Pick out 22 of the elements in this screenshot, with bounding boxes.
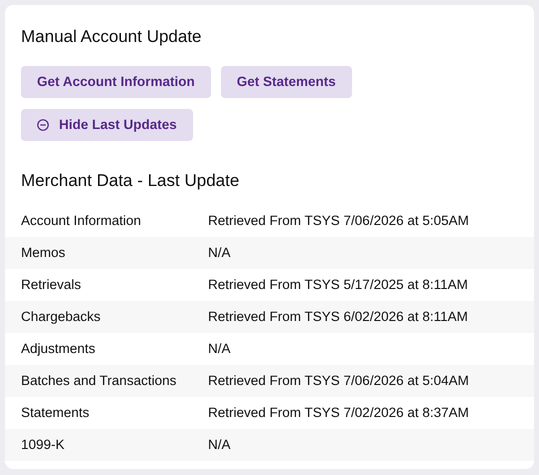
field-label: Retrievals [20, 276, 82, 294]
field-value: Retrieved From TSYS 5/17/2025 at 8:11AM [208, 276, 468, 294]
field-value: N/A [208, 436, 231, 454]
action-button[interactable]: Get Statements [220, 66, 352, 98]
action-button[interactable]: Get Account Information [21, 66, 211, 98]
field-value: Retrieved From TSYS 7/06/2026 at 5:04AM [208, 372, 469, 390]
field-label: Statements [20, 404, 90, 422]
section-title: Merchant Data - Last Update [21, 170, 240, 192]
field-label: Batches and Transactions [20, 372, 178, 390]
field-label: 1099-K [20, 436, 66, 454]
field-value: Retrieved From TSYS 7/06/2026 at 5:05AM [208, 212, 469, 230]
field-value: N/A [208, 340, 231, 358]
field-label: Account Information [20, 212, 142, 230]
field-value: Retrieved From TSYS 6/02/2026 at 8:11AM [208, 308, 468, 326]
field-label: Chargebacks [20, 308, 102, 326]
panel-title: Manual Account Update [21, 26, 203, 48]
field-label: Adjustments [20, 340, 96, 358]
field-value: N/A [208, 244, 231, 262]
field-label: Memos [20, 244, 66, 262]
field-value: Retrieved From TSYS 7/02/2026 at 8:37AM [208, 404, 469, 422]
minus-circle-icon [37, 119, 49, 131]
action-button[interactable]: Hide Last Updates [21, 109, 193, 141]
